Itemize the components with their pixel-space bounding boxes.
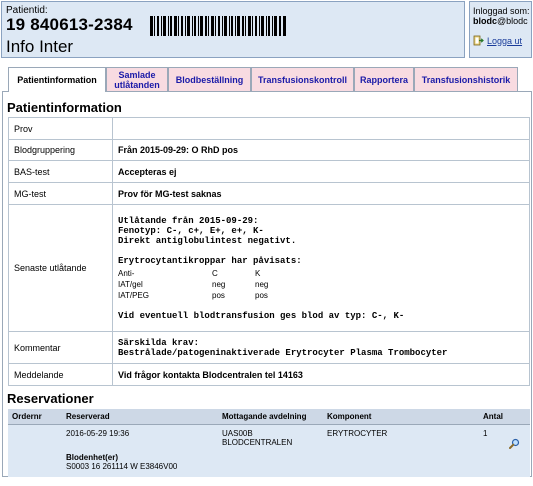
utlatande-line1: Utlåtande från 2015-09-29: (118, 215, 259, 226)
row-label: BAS-test (8, 160, 113, 183)
blodenhet-row: Blodenhet(er) S0003 16 261114 W E3846V00 (8, 451, 530, 477)
cell-reserverad: 2016-05-29 19:36 (62, 424, 218, 451)
row-prov: Prov (8, 117, 530, 140)
utlatande-line5: Vid eventuell blodtransfusion ges blod a… (118, 310, 405, 321)
tab-samlade-utlatanden[interactable]: Samlade utlåtanden (106, 67, 168, 91)
row-bas-test: BAS-test Accepteras ej (8, 160, 530, 183)
logout-label: Logga ut (487, 35, 523, 46)
row-value: Prov för MG-test saknas (112, 182, 530, 205)
row-value (112, 117, 530, 140)
logout-icon (473, 35, 484, 46)
col-reserverad: Reserverad (62, 409, 218, 425)
row-label: Senaste utlåtande (8, 204, 113, 332)
ab-cell: Anti- (118, 268, 135, 278)
tab-rapportera[interactable]: Rapportera (354, 67, 414, 91)
utlatande-line3: Direkt antiglobulintest negativt. (118, 235, 297, 246)
patient-name: Info Inter (6, 37, 74, 56)
reservations-title: Reservationer (7, 391, 94, 406)
ab-cell: C (212, 268, 218, 278)
cell-empty (8, 451, 62, 477)
magnifier-icon[interactable] (509, 438, 520, 449)
row-label: Prov (8, 117, 113, 140)
row-blodgruppering: Blodgruppering Från 2015-09-29: O RhD po… (8, 139, 530, 161)
row-label: Kommentar (8, 331, 113, 364)
antibody-row: IAT/PEG pos pos (118, 290, 268, 301)
ab-cell: IAT/gel (118, 279, 143, 289)
row-kommentar: Kommentar Särskilda krav: Bestrålade/pat… (8, 331, 530, 364)
row-label: Blodgruppering (8, 139, 113, 161)
blodenhet-value: S0003 16 261114 W E3846V00 (66, 462, 178, 471)
username-rest: @blodc (497, 16, 528, 26)
avdelning-name: BLODCENTRALEN (222, 438, 293, 447)
ab-cell: neg (212, 279, 226, 289)
avdelning-code: UAS00B (222, 429, 253, 438)
cell-blodenhet: Blodenhet(er) S0003 16 261114 W E3846V00 (62, 451, 530, 477)
row-value: Accepteras ej (112, 160, 530, 183)
username-bold: blodc (473, 16, 497, 26)
utlatande-line4: Erytrocytantikroppar har påvisats: (118, 255, 302, 266)
patient-id: 19 840613-2384 (6, 15, 133, 34)
ab-cell: neg (255, 279, 269, 289)
ab-cell: pos (255, 290, 268, 300)
col-ordernr: Ordernr (8, 409, 62, 425)
col-antal: Antal (479, 409, 530, 425)
table-row[interactable]: 2016-05-29 19:36 UAS00B BLODCENTRALEN ER… (8, 424, 530, 451)
antibody-row: IAT/gel neg neg (118, 279, 268, 290)
cell-ordernr (8, 424, 62, 451)
login-box: Inloggad som: blodc@blodc Logga ut (469, 1, 532, 58)
row-value: Från 2015-09-29: O RhD pos (112, 139, 530, 161)
reservations-header: Ordernr Reserverad Mottagande avdelning … (8, 409, 530, 425)
ab-cell: pos (212, 290, 225, 300)
cell-komponent: ERYTROCYTER (323, 424, 479, 451)
logged-in-label: Inloggad som: (473, 6, 530, 16)
row-label: Meddelande (8, 363, 113, 386)
row-senaste-utlatande: Senaste utlåtande Utlåtande från 2015-09… (8, 204, 530, 332)
tab-transfusionskontroll[interactable]: Transfusionskontroll (251, 67, 354, 91)
main-panel: Patientinformation Prov Blodgruppering F… (2, 91, 532, 477)
ab-cell: K (255, 268, 261, 278)
username: blodc@blodc (473, 16, 528, 26)
patientinfo-title: Patientinformation (7, 100, 122, 115)
tab-blodbestallning[interactable]: Blodbeställning (168, 67, 251, 91)
row-value: Särskilda krav: Bestrålade/patogeninakti… (112, 331, 530, 364)
antibody-table: Anti- C K IAT/gel neg neg IAT/PEG pos po… (118, 268, 268, 301)
row-meddelande: Meddelande Vid frågor kontakta Blodcentr… (8, 363, 530, 386)
reservations-table: Ordernr Reserverad Mottagande avdelning … (8, 409, 530, 477)
ab-cell: IAT/PEG (118, 290, 149, 300)
barcode-icon (150, 16, 286, 36)
patientinfo-table: Prov Blodgruppering Från 2015-09-29: O R… (8, 117, 530, 386)
antibody-row: Anti- C K (118, 268, 268, 279)
blodenhet-label: Blodenhet(er) (66, 453, 118, 462)
row-label: MG-test (8, 182, 113, 205)
row-value: Vid frågor kontakta Blodcentralen tel 14… (112, 363, 530, 386)
kommentar-line1: Särskilda krav: (118, 337, 200, 348)
header: Patientid: 19 840613-2384 Info Inter Inl… (0, 0, 533, 60)
logout-link[interactable]: Logga ut (473, 35, 522, 46)
utlatande-line2: Fenotyp: C-, c+, E+, e+, K- (118, 225, 264, 236)
antal-value: 1 (483, 429, 488, 438)
patient-box: Patientid: 19 840613-2384 Info Inter (1, 1, 465, 58)
row-value: Utlåtande från 2015-09-29: Fenotyp: C-, … (112, 204, 530, 332)
tab-patientinformation[interactable]: Patientinformation (8, 67, 106, 92)
cell-antal: 1 (479, 424, 530, 451)
cell-avdelning: UAS00B BLODCENTRALEN (218, 424, 323, 451)
col-avdelning: Mottagande avdelning (218, 409, 323, 425)
col-komponent: Komponent (323, 409, 479, 425)
row-mg-test: MG-test Prov för MG-test saknas (8, 182, 530, 205)
tab-transfusionshistorik[interactable]: Transfusionshistorik (414, 67, 518, 91)
kommentar-line2: Bestrålade/patogeninaktiverade Erytrocyt… (118, 347, 448, 358)
